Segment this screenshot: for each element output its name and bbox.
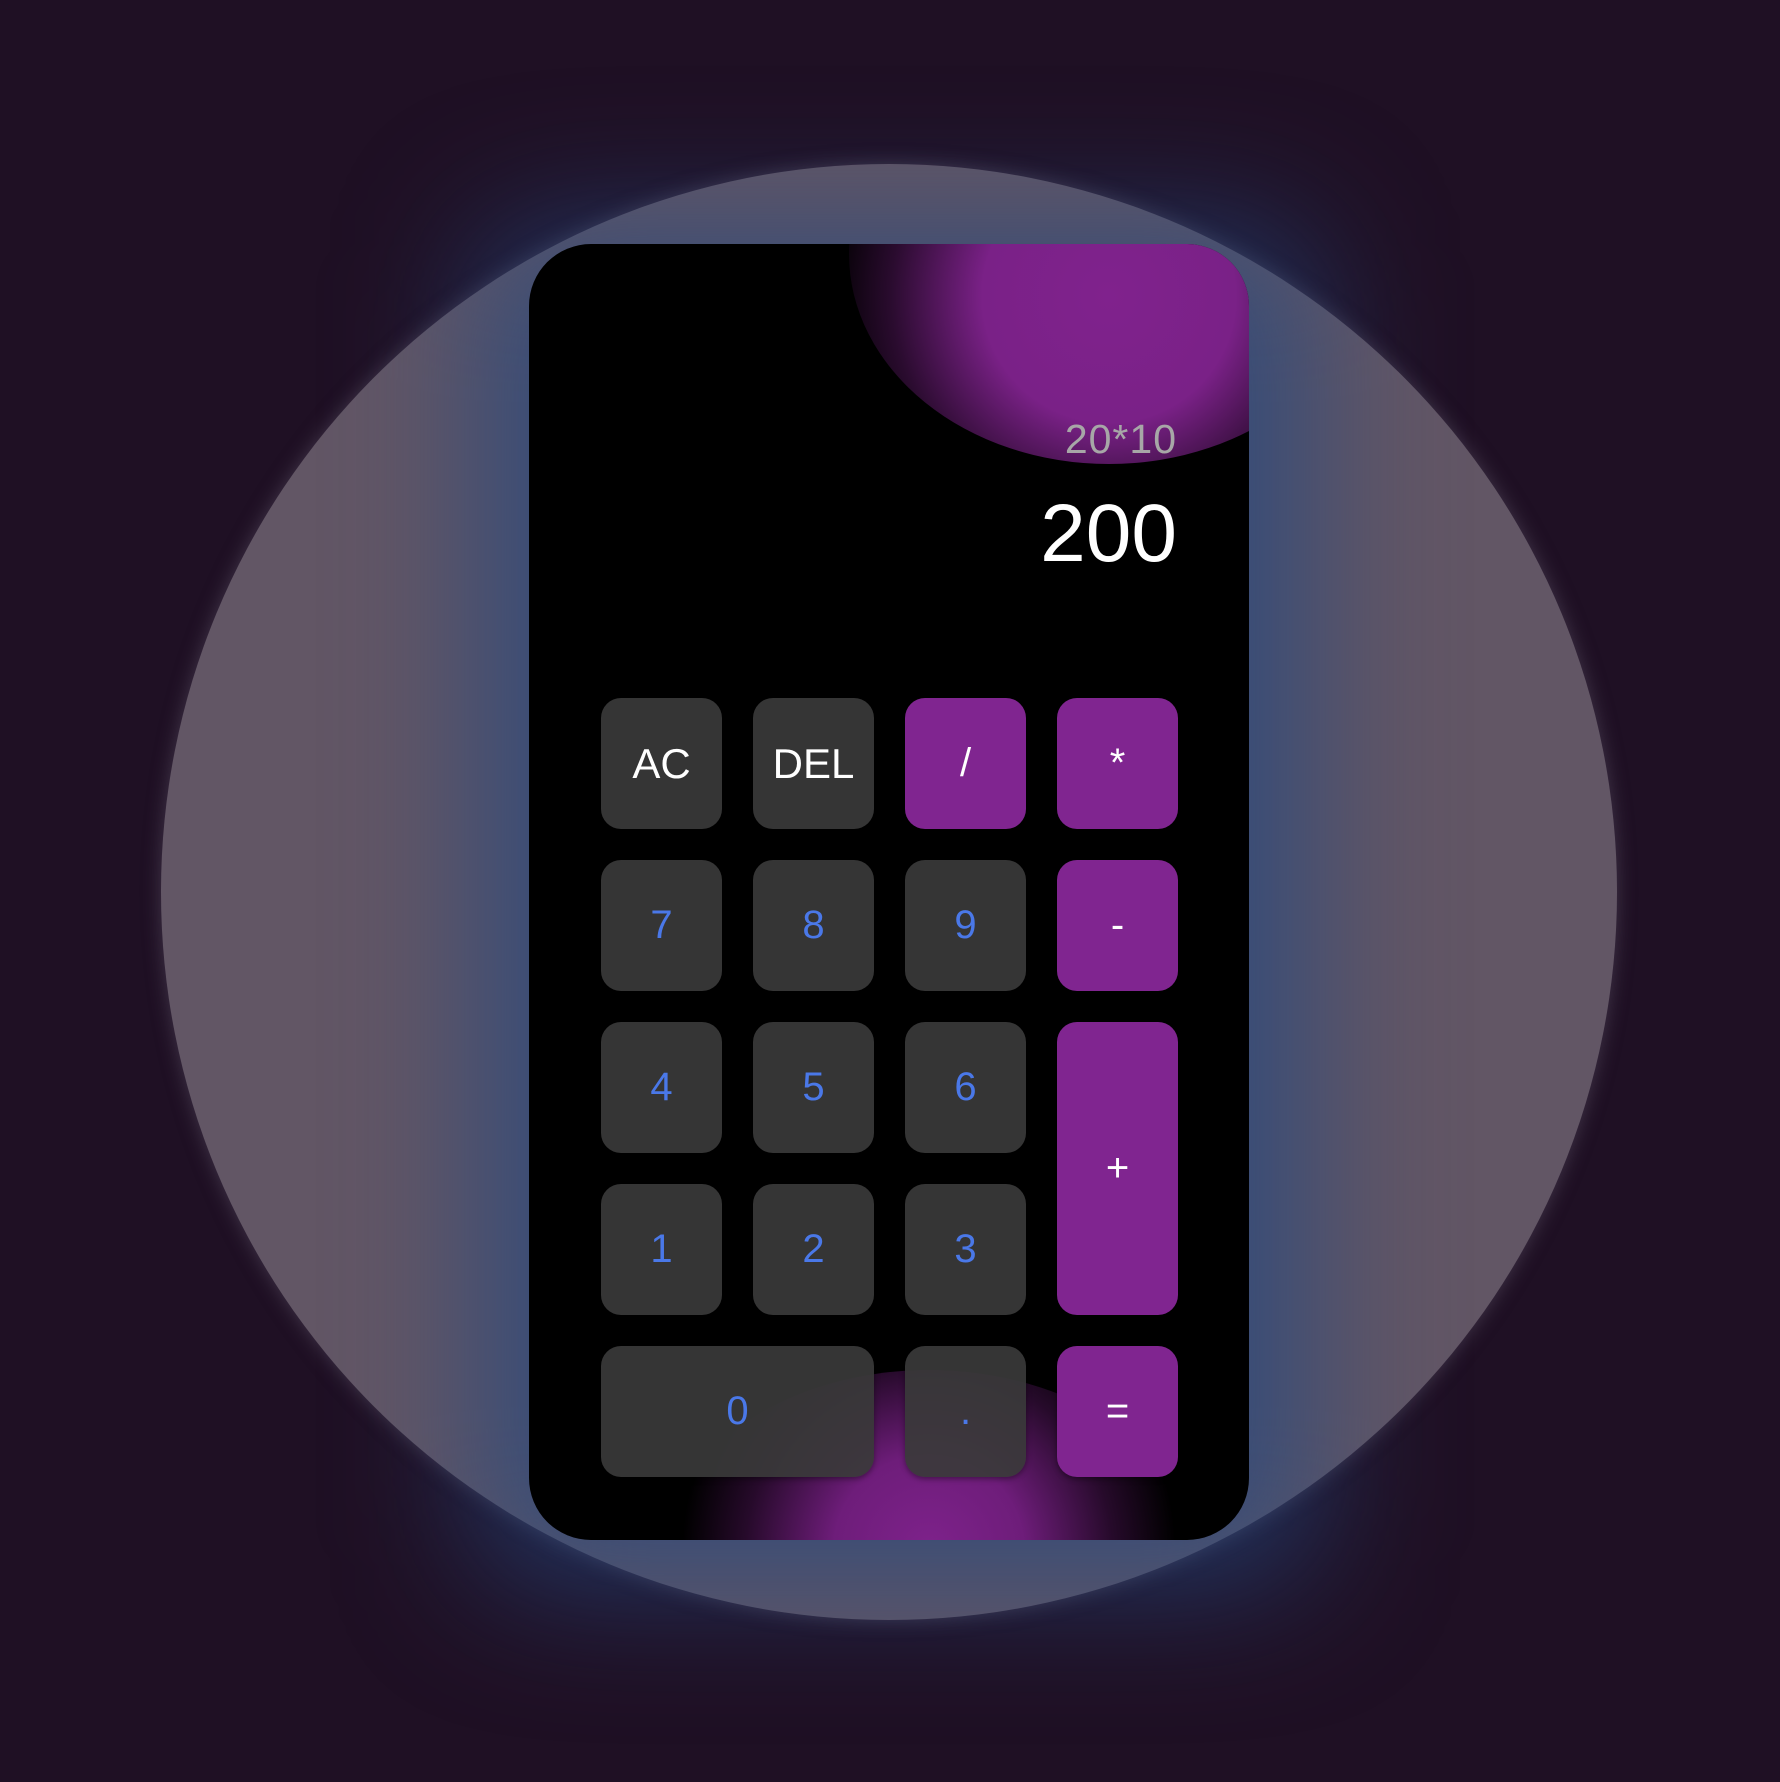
page-background: 20*10 200 AC DEL / * 7 8 9 - 4 5 6 + 1 2… <box>0 0 1780 1782</box>
digit-7-button[interactable]: 7 <box>601 860 722 991</box>
digit-2-button[interactable]: 2 <box>753 1184 874 1315</box>
digit-1-button[interactable]: 1 <box>601 1184 722 1315</box>
decimal-point-button[interactable]: . <box>905 1346 1026 1477</box>
subtract-button[interactable]: - <box>1057 860 1178 991</box>
result-text: 200 <box>1040 488 1177 579</box>
multiply-button[interactable]: * <box>1057 698 1178 829</box>
delete-button[interactable]: DEL <box>753 698 874 829</box>
divide-button[interactable]: / <box>905 698 1026 829</box>
digit-4-button[interactable]: 4 <box>601 1022 722 1153</box>
digit-9-button[interactable]: 9 <box>905 860 1026 991</box>
calculator: 20*10 200 AC DEL / * 7 8 9 - 4 5 6 + 1 2… <box>529 244 1249 1540</box>
clear-all-button[interactable]: AC <box>601 698 722 829</box>
add-button[interactable]: + <box>1057 1022 1178 1315</box>
digit-5-button[interactable]: 5 <box>753 1022 874 1153</box>
digit-8-button[interactable]: 8 <box>753 860 874 991</box>
keypad: AC DEL / * 7 8 9 - 4 5 6 + 1 2 3 0 . = <box>601 698 1179 1477</box>
digit-0-button[interactable]: 0 <box>601 1346 874 1477</box>
digit-3-button[interactable]: 3 <box>905 1184 1026 1315</box>
equals-button[interactable]: = <box>1057 1346 1178 1477</box>
digit-6-button[interactable]: 6 <box>905 1022 1026 1153</box>
expression-text: 20*10 <box>1064 416 1177 462</box>
calculator-display: 20*10 200 <box>589 414 1177 582</box>
